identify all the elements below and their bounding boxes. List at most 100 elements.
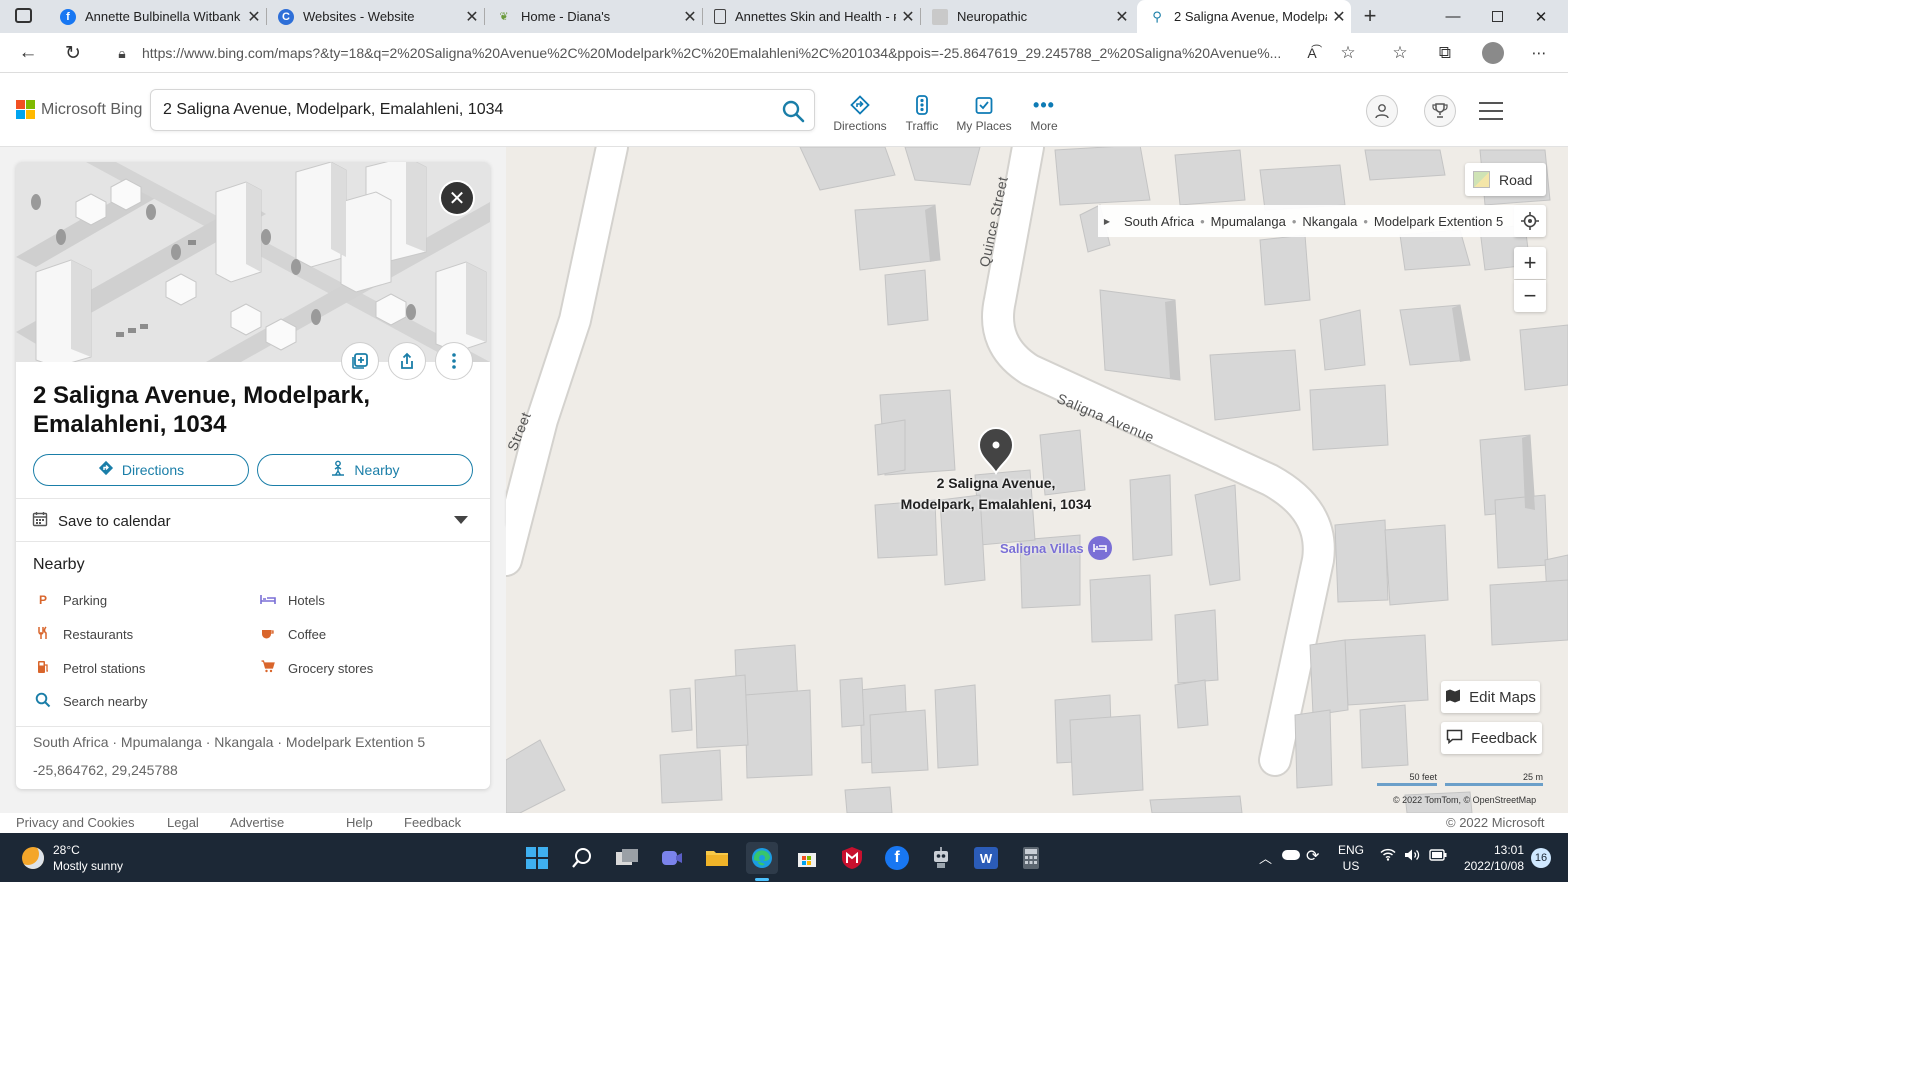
edit-maps-button[interactable]: Edit Maps — [1441, 681, 1540, 713]
petrol-icon — [33, 660, 53, 677]
edge-browser-button[interactable] — [746, 842, 778, 874]
footer-link-privacy[interactable]: Privacy and Cookies — [16, 815, 135, 830]
task-view-button[interactable] — [611, 842, 643, 874]
nav-my-places[interactable]: My Places — [952, 95, 1016, 133]
volume-icon[interactable] — [1404, 848, 1420, 865]
wifi-icon[interactable] — [1380, 848, 1396, 864]
map-style-label: Road — [1499, 171, 1533, 188]
microsoft-store-button[interactable] — [791, 842, 823, 874]
footer-link-help[interactable]: Help — [346, 815, 373, 830]
zoom-in-button[interactable]: + — [1514, 247, 1546, 279]
close-tab-icon[interactable]: ✕ — [678, 7, 702, 27]
coordinates[interactable]: -25,864762, 29,245788 — [33, 762, 178, 778]
url-field[interactable]: 🔒︎ https://www.bing.com/maps?&ty=18&q=2%… — [102, 37, 1372, 69]
share-button[interactable] — [388, 342, 426, 380]
tab-home-dianas[interactable]: ❦ Home - Diana's ✕ — [484, 0, 702, 33]
tab-annettes-skin[interactable]: Annettes Skin and Health - ʀ ✕ — [702, 0, 920, 33]
breadcrumb-item[interactable]: Mpumalanga — [1211, 214, 1286, 229]
sun-icon — [22, 847, 44, 869]
nearby-coffee[interactable]: Coffee — [258, 624, 326, 644]
search-icon[interactable] — [780, 98, 806, 124]
show-hidden-icons[interactable]: ︿ — [1259, 848, 1272, 867]
nav-more[interactable]: ••• More — [1012, 95, 1076, 133]
save-collection-button[interactable] — [341, 342, 379, 380]
locate-icon — [1521, 212, 1539, 230]
footer-link-feedback[interactable]: Feedback — [404, 815, 461, 830]
tab-title: Home - Diana's — [521, 9, 611, 24]
nearby-grocery-stores[interactable]: Grocery stores — [258, 658, 373, 678]
feedback-button[interactable]: Feedback — [1441, 722, 1542, 754]
locate-me-button[interactable] — [1514, 205, 1546, 237]
profile-avatar[interactable] — [1479, 39, 1507, 67]
account-button[interactable] — [1366, 95, 1398, 127]
nearby-search[interactable]: Search nearby — [33, 691, 148, 711]
search-input[interactable]: 2 Saligna Avenue, Modelpark, Emalahleni,… — [150, 89, 815, 131]
nearby-petrol-stations[interactable]: Petrol stations — [33, 658, 145, 678]
restore-button[interactable] — [1475, 0, 1519, 33]
save-to-calendar-row[interactable]: Save to calendar — [32, 509, 472, 533]
nearby-hotels[interactable]: Hotels — [258, 590, 325, 610]
file-explorer-button[interactable] — [701, 842, 733, 874]
read-aloud-icon[interactable]: A͡ — [1298, 39, 1326, 67]
nearby-button[interactable]: Nearby — [257, 454, 473, 486]
more-options-button[interactable] — [435, 342, 473, 380]
start-button[interactable] — [521, 842, 553, 874]
collections-icon[interactable]: ⧉ — [1431, 39, 1459, 67]
new-tab-button[interactable]: + — [1357, 3, 1383, 29]
nearby-restaurants[interactable]: Restaurants — [33, 624, 133, 644]
bing-logo[interactable]: Microsoft Bing — [16, 100, 142, 119]
breadcrumb-item[interactable]: Nkangala — [1302, 214, 1357, 229]
add-favorite-icon[interactable]: ☆ — [1334, 39, 1362, 67]
zoom-out-button[interactable]: − — [1514, 280, 1546, 312]
back-button[interactable]: ← — [13, 38, 43, 68]
lock-icon[interactable]: 🔒︎ — [102, 45, 142, 62]
teams-chat-button[interactable] — [656, 842, 688, 874]
expand-breadcrumb-icon[interactable]: ▶ — [1098, 217, 1116, 226]
close-window-button[interactable]: ✕ — [1519, 0, 1563, 33]
hamburger-menu-icon[interactable] — [1479, 102, 1503, 120]
footer-link-advertise[interactable]: Advertise — [230, 815, 284, 830]
battery-icon[interactable] — [1429, 849, 1447, 864]
sync-icon[interactable]: ⟳ — [1306, 846, 1319, 866]
rewards-button[interactable] — [1424, 95, 1456, 127]
breadcrumb-item[interactable]: Modelpark Extention 5 — [1374, 214, 1503, 229]
weather-widget[interactable]: 28°C Mostly sunny — [22, 842, 123, 874]
close-tab-icon[interactable]: ✕ — [460, 7, 484, 27]
minimize-button[interactable]: — — [1431, 0, 1475, 33]
tab-websites[interactable]: C Websites - Website ✕ — [266, 0, 484, 33]
footer-copyright: © 2022 Microsoft — [1446, 815, 1545, 830]
language-indicator[interactable]: ENG US — [1338, 842, 1364, 874]
mcafee-button[interactable] — [836, 842, 868, 874]
calculator-button[interactable] — [1015, 842, 1047, 874]
chevron-down-icon[interactable] — [454, 516, 468, 524]
tab-actions-icon[interactable] — [15, 8, 32, 23]
settings-more-icon[interactable]: ⋯ — [1525, 39, 1553, 67]
favorites-icon[interactable]: ☆ — [1386, 39, 1414, 67]
nav-directions[interactable]: Directions — [828, 95, 892, 133]
robot-app-button[interactable] — [925, 842, 957, 874]
nav-traffic[interactable]: Traffic — [890, 95, 954, 133]
refresh-button[interactable]: ↻ — [58, 38, 88, 68]
nearby-parking[interactable]: P Parking — [33, 590, 107, 610]
location-pin[interactable] — [976, 425, 1016, 475]
directions-button[interactable]: Directions — [33, 454, 249, 486]
facebook-app-button[interactable]: f — [881, 842, 913, 874]
clock[interactable]: 13:01 2022/10/08 — [1462, 842, 1524, 874]
tab-bing-maps[interactable]: ⚲ 2 Saligna Avenue, Modelpar ✕ — [1137, 0, 1351, 33]
map-canvas[interactable]: Quince Street Saligna Avenue Street 2 Sa… — [506, 147, 1568, 813]
poi-saligna-villas[interactable]: Saligna Villas — [1000, 536, 1112, 560]
breadcrumb-item[interactable]: South Africa — [1124, 214, 1194, 229]
footer-link-legal[interactable]: Legal — [167, 815, 199, 830]
close-tab-icon[interactable]: ✕ — [1327, 7, 1351, 27]
word-button[interactable]: W — [970, 842, 1002, 874]
onedrive-icon[interactable] — [1282, 850, 1300, 860]
notification-badge[interactable]: 16 — [1531, 848, 1551, 868]
close-tab-icon[interactable]: ✕ — [896, 7, 920, 27]
tab-neuropathic[interactable]: Neuropathic ✕ — [920, 0, 1134, 33]
close-tab-icon[interactable]: ✕ — [242, 7, 266, 27]
tab-facebook[interactable]: f Annette Bulbinella Witbank ✕ — [48, 0, 266, 33]
taskbar-search-button[interactable] — [566, 842, 598, 874]
close-tab-icon[interactable]: ✕ — [1110, 7, 1134, 27]
close-card-button[interactable]: ✕ — [441, 182, 473, 214]
map-style-button[interactable]: Road — [1465, 163, 1546, 196]
